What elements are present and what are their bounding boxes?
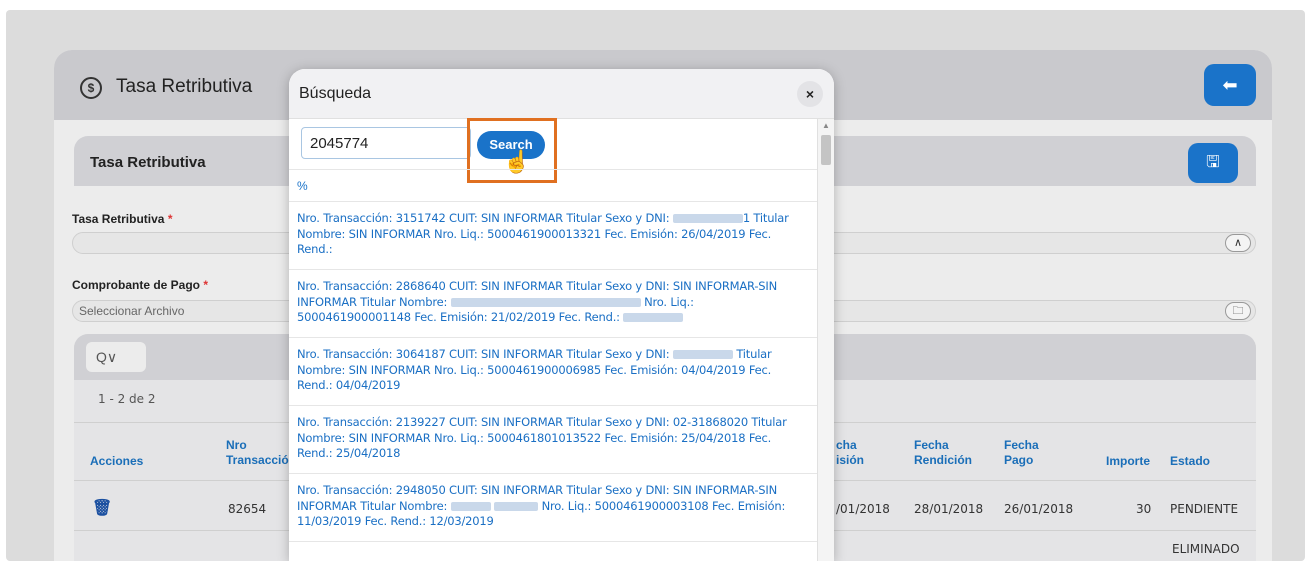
divider bbox=[289, 169, 817, 170]
save-icon: 🖫 bbox=[1206, 154, 1220, 171]
chevron-up-icon[interactable]: ∧ bbox=[1225, 234, 1251, 252]
column-header-rendicion[interactable]: Fecha Rendición bbox=[914, 438, 972, 468]
trash-icon[interactable]: 🗑 bbox=[92, 498, 112, 518]
arrow-left-icon: ⬅ bbox=[1222, 75, 1238, 95]
search-input[interactable] bbox=[301, 127, 471, 159]
divider bbox=[289, 269, 817, 270]
cell-importe: 30 bbox=[1136, 502, 1152, 516]
list-item[interactable]: Nro. Transacción: 3151742 CUIT: SIN INFO… bbox=[297, 211, 807, 258]
column-header-importe[interactable]: Importe bbox=[1106, 454, 1150, 469]
column-header-nro[interactable]: Nro Transacción bbox=[226, 438, 296, 468]
page-title: Tasa Retributiva bbox=[116, 76, 253, 97]
close-button[interactable]: × bbox=[797, 81, 823, 107]
list-item[interactable]: Nro. Transacción: 2868640 CUIT: SIN INFO… bbox=[297, 279, 807, 326]
divider bbox=[289, 405, 817, 406]
search-modal: Búsqueda × Search ☝ % Nro. Transacción: … bbox=[289, 69, 834, 561]
column-header-estado[interactable]: Estado bbox=[1170, 454, 1210, 469]
divider bbox=[289, 201, 817, 202]
cell-pago: 26/01/2018 bbox=[1004, 502, 1074, 516]
divider bbox=[289, 541, 817, 542]
cell-emision: /01/2018 bbox=[836, 502, 890, 516]
dollar-circle-icon: $ bbox=[80, 77, 102, 99]
modal-header: Búsqueda × bbox=[289, 69, 834, 119]
results-list: % Nro. Transacción: 3151742 CUIT: SIN IN… bbox=[289, 169, 817, 561]
app-background: $ Tasa Retributiva ⬅ Tasa Retributiva 🖫 … bbox=[6, 10, 1305, 561]
back-button[interactable]: ⬅ bbox=[1204, 64, 1256, 106]
modal-title: Búsqueda bbox=[299, 85, 372, 102]
list-item[interactable]: Nro. Transacción: 3064187 CUIT: SIN INFO… bbox=[297, 347, 807, 394]
list-item[interactable]: Nro. Transacción: 2948050 CUIT: SIN INFO… bbox=[297, 483, 807, 530]
form-panel-title: Tasa Retributiva bbox=[90, 154, 206, 171]
scroll-up-icon[interactable]: ▲ bbox=[822, 121, 830, 130]
list-item[interactable]: Nro. Transacción: 2139227 CUIT: SIN INFO… bbox=[297, 415, 807, 462]
column-header-pago[interactable]: Fecha Pago bbox=[1004, 438, 1039, 468]
file-browse-icon[interactable]: 🗀 bbox=[1225, 302, 1251, 320]
scrollbar[interactable]: ▲ bbox=[817, 119, 834, 561]
tasa-label: Tasa Retributiva * bbox=[72, 212, 173, 226]
paging-info: 1 - 2 de 2 bbox=[98, 392, 156, 406]
wildcard-option[interactable]: % bbox=[297, 179, 308, 193]
column-header-acciones[interactable]: Acciones bbox=[90, 454, 143, 469]
save-button[interactable]: 🖫 bbox=[1188, 143, 1238, 183]
comprobante-label: Comprobante de Pago * bbox=[72, 278, 209, 292]
divider bbox=[289, 473, 817, 474]
grid-search-dropdown[interactable]: Q∨ bbox=[86, 342, 146, 372]
cell-nro: 82654 bbox=[228, 502, 267, 516]
cell-estado: PENDIENTE bbox=[1170, 502, 1239, 516]
scroll-thumb[interactable] bbox=[821, 135, 831, 165]
divider bbox=[289, 337, 817, 338]
cell-rendicion: 28/01/2018 bbox=[914, 502, 984, 516]
column-header-emision[interactable]: cha isión bbox=[836, 438, 864, 468]
cell-estado: ELIMINADO bbox=[1172, 542, 1240, 556]
